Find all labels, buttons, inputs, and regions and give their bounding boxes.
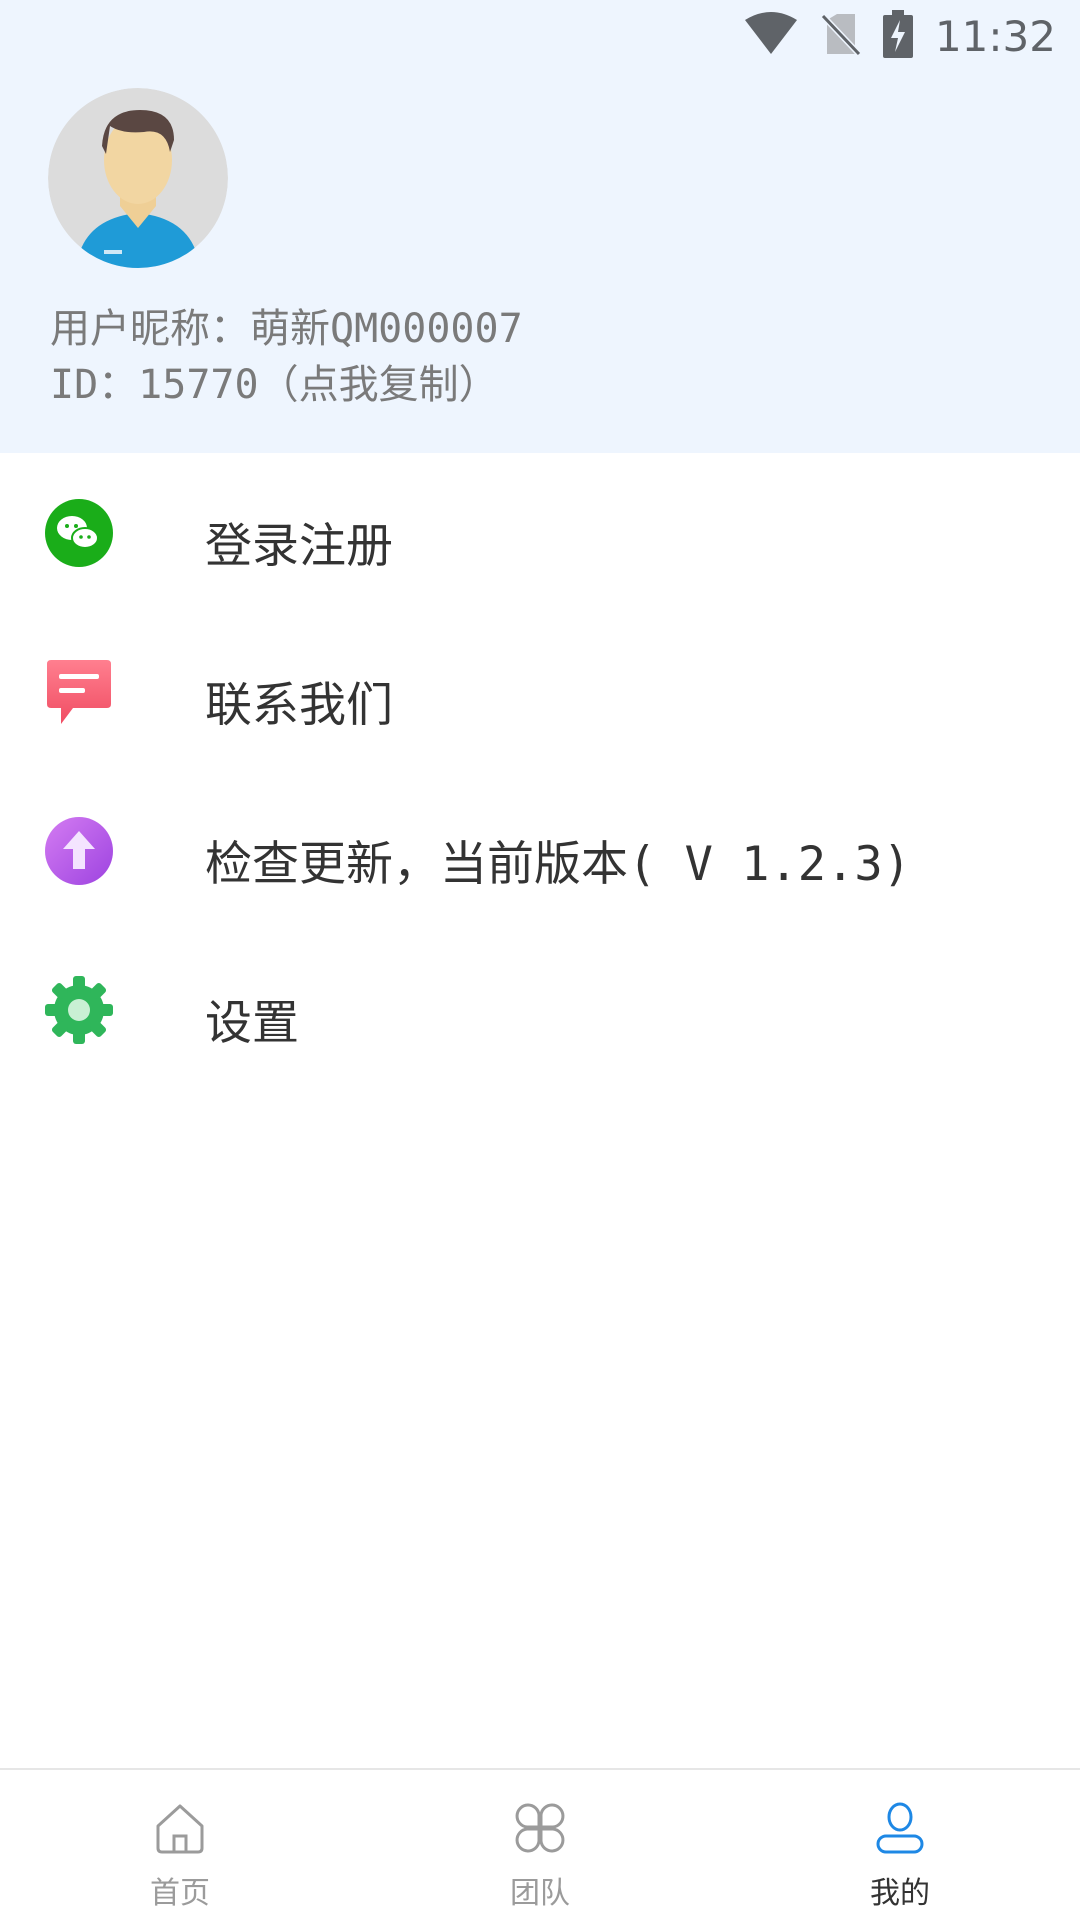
menu-label-contact: 联系我们 (205, 678, 393, 733)
battery-charging-icon (882, 10, 913, 62)
user-icon (876, 1802, 924, 1854)
menu-item-contact[interactable]: 联系我们 (0, 612, 1080, 771)
user-id-copy[interactable]: ID：15770（点我复制） (50, 352, 499, 410)
upload-arrow-icon (45, 817, 113, 885)
wechat-icon (45, 499, 113, 567)
tab-mine[interactable]: 我的 (800, 1770, 1000, 1922)
user-nickname: 用户昵称：萌新QM000007 (50, 306, 523, 352)
menu-label-login: 登录注册 (205, 519, 393, 574)
menu-item-check-update[interactable]: 检查更新，当前版本( V 1.2.3) (0, 771, 1080, 930)
gear-icon (45, 976, 113, 1044)
bottom-tab-bar: 首页 团队 我的 (0, 1768, 1080, 1922)
home-icon (156, 1804, 204, 1854)
menu-item-login[interactable]: 登录注册 (0, 453, 1080, 612)
status-time: 11:32 (934, 11, 1056, 61)
menu-label-settings: 设置 (205, 996, 299, 1051)
profile-header: 11:32 用户昵称：萌新QM000007 ID：15770（点我复制） (0, 0, 1080, 453)
menu-list: 登录注册 联系我们 检查更新，当前版本( V 1.2.3) 设置 (0, 453, 1080, 1089)
status-bar: 11:32 (743, 8, 1056, 64)
avatar[interactable] (48, 88, 228, 268)
tab-label-mine: 我的 (870, 1876, 930, 1911)
team-grid-icon (515, 1803, 565, 1853)
wifi-icon (743, 12, 799, 60)
tab-label-team: 团队 (510, 1876, 570, 1911)
avatar-male-icon (48, 88, 228, 268)
tab-team[interactable]: 团队 (440, 1770, 640, 1922)
tab-label-home: 首页 (150, 1876, 210, 1911)
no-sim-icon (820, 12, 862, 60)
tab-home[interactable]: 首页 (80, 1770, 280, 1922)
menu-item-settings[interactable]: 设置 (0, 930, 1080, 1089)
message-icon (45, 658, 113, 726)
menu-label-check-update: 检查更新，当前版本( V 1.2.3) (205, 837, 911, 892)
